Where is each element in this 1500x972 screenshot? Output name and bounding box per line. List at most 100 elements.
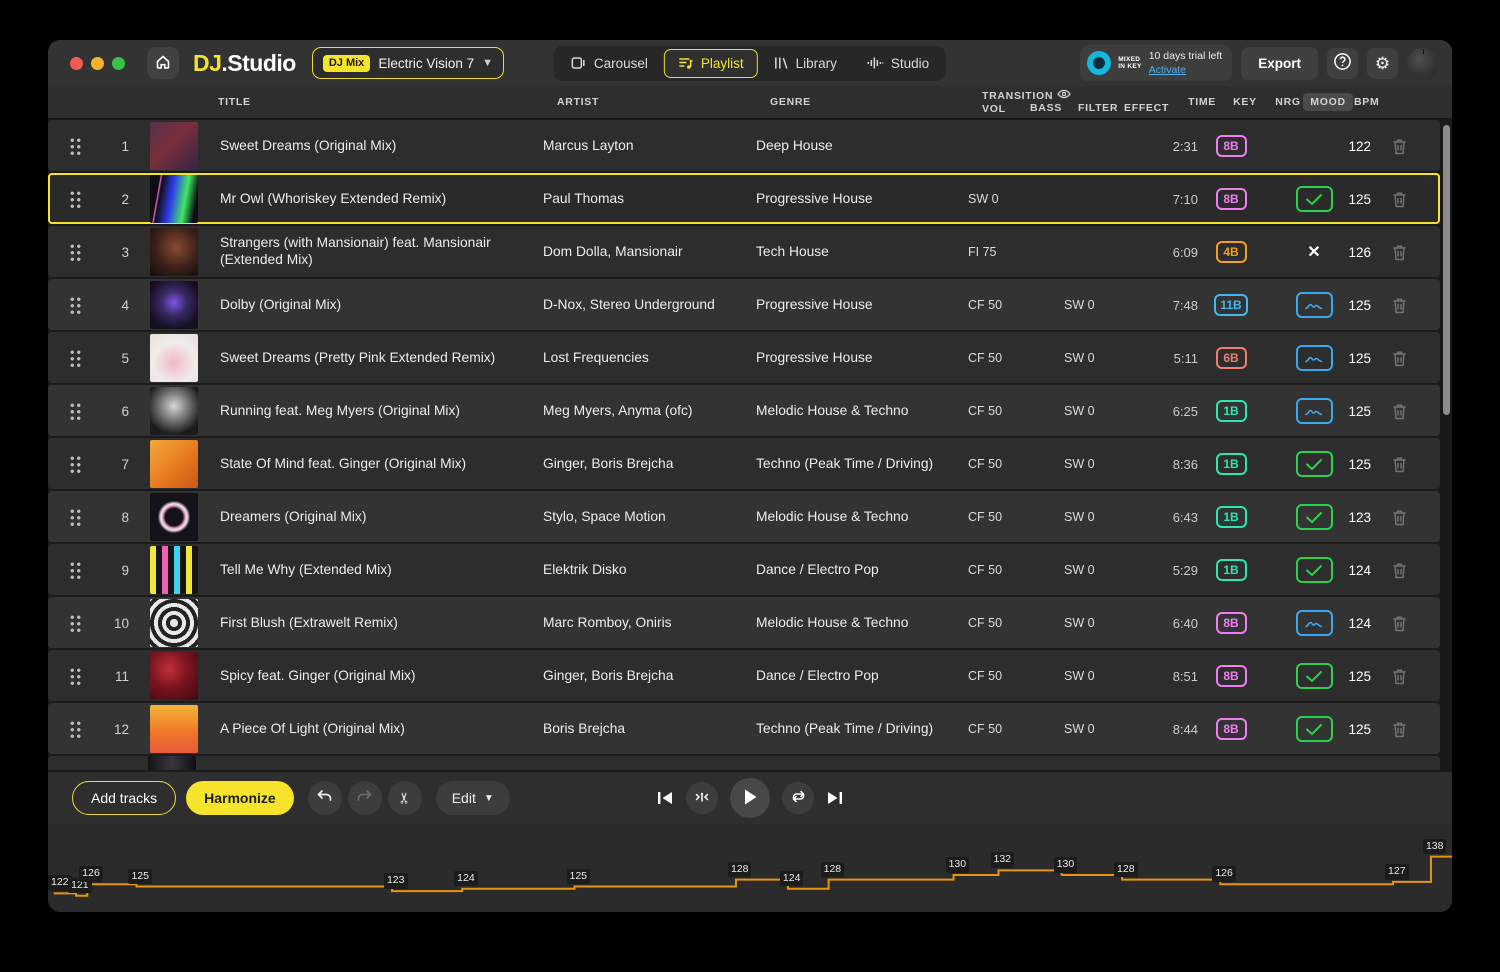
drag-handle-icon[interactable]: [69, 401, 82, 421]
header-artist[interactable]: ARTIST: [557, 96, 770, 108]
avatar[interactable]: [1407, 47, 1438, 79]
loop-button[interactable]: [782, 782, 814, 814]
table-row[interactable]: 2 Mr Owl (Whoriskey Extended Remix) Paul…: [48, 173, 1440, 224]
transition-vol[interactable]: SW 0: [968, 192, 1016, 207]
tab-carousel[interactable]: Carousel: [557, 49, 662, 78]
redo-button[interactable]: [347, 781, 382, 815]
header-bpm[interactable]: BPM: [1354, 96, 1385, 108]
minimize-window-button[interactable]: [91, 56, 104, 70]
scrollbar-thumb[interactable]: [1442, 125, 1450, 415]
skip-next-button[interactable]: [826, 790, 844, 806]
tab-playlist[interactable]: Playlist: [663, 48, 758, 78]
header-genre[interactable]: GENRE: [770, 96, 982, 108]
drag-handle-icon[interactable]: [69, 242, 82, 262]
transition-vol[interactable]: CF 50: [968, 457, 1016, 472]
play-button[interactable]: [730, 778, 770, 818]
transition-vol[interactable]: CF 50: [968, 616, 1016, 631]
mood-indicator[interactable]: ✕: [1288, 716, 1340, 742]
mood-indicator[interactable]: ✕: [1288, 610, 1340, 636]
trash-icon[interactable]: [1371, 297, 1428, 314]
edit-dropdown[interactable]: Edit ▼: [435, 781, 510, 815]
table-row[interactable]: 5 Sweet Dreams (Pretty Pink Extended Rem…: [48, 332, 1440, 383]
mood-indicator[interactable]: ✕: [1288, 451, 1340, 477]
transition-filter[interactable]: SW 0: [1064, 722, 1110, 737]
drag-handle-icon[interactable]: [69, 454, 82, 474]
trash-icon[interactable]: [1371, 191, 1428, 208]
table-row[interactable]: 8 Dreamers (Original Mix) Stylo, Space M…: [48, 491, 1440, 542]
add-tracks-button[interactable]: Add tracks: [72, 781, 177, 815]
mood-indicator[interactable]: ✕: [1288, 186, 1340, 212]
activate-link[interactable]: Activate: [1149, 64, 1223, 76]
skip-previous-button[interactable]: [656, 790, 674, 806]
table-row[interactable]: 6 Running feat. Meg Myers (Original Mix)…: [48, 385, 1440, 436]
transition-filter[interactable]: SW 0: [1064, 563, 1110, 578]
transition-filter[interactable]: SW 0: [1064, 457, 1110, 472]
mood-indicator[interactable]: ✕: [1288, 242, 1340, 262]
mood-indicator[interactable]: ✕: [1288, 292, 1340, 318]
transition-vol[interactable]: CF 50: [968, 722, 1016, 737]
trash-icon[interactable]: [1371, 350, 1428, 367]
trash-icon[interactable]: [1371, 668, 1428, 685]
drag-handle-icon[interactable]: [69, 189, 82, 209]
transition-vol[interactable]: CF 50: [968, 510, 1016, 525]
table-row[interactable]: 1 Sweet Dreams (Original Mix) Marcus Lay…: [48, 120, 1440, 171]
tab-studio[interactable]: Studio: [853, 49, 943, 78]
drag-handle-icon[interactable]: [69, 348, 82, 368]
mix-selector-dropdown[interactable]: DJ Mix Electric Vision 7 ▼: [311, 47, 504, 79]
drag-handle-icon[interactable]: [69, 295, 82, 315]
table-row[interactable]: 3 Strangers (with Mansionair) feat. Mans…: [48, 226, 1440, 277]
trash-icon[interactable]: [1371, 562, 1428, 579]
cut-button[interactable]: ✂: [387, 781, 422, 815]
header-time[interactable]: TIME: [1182, 96, 1216, 108]
help-button[interactable]: [1327, 47, 1358, 79]
tab-library[interactable]: Library: [760, 49, 851, 78]
trash-icon[interactable]: [1371, 138, 1428, 155]
trash-icon[interactable]: [1371, 615, 1428, 632]
transition-vol[interactable]: CF 50: [968, 298, 1016, 313]
mood-indicator[interactable]: ✕: [1288, 557, 1340, 583]
table-row[interactable]: 12 A Piece Of Light (Original Mix) Boris…: [48, 703, 1440, 754]
header-title[interactable]: TITLE: [218, 96, 557, 108]
drag-handle-icon[interactable]: [69, 136, 82, 156]
transition-vol[interactable]: CF 50: [968, 669, 1016, 684]
transition-filter[interactable]: SW 0: [1064, 510, 1110, 525]
drag-handle-icon[interactable]: [69, 719, 82, 739]
header-vol[interactable]: VOL: [982, 103, 1030, 115]
trash-icon[interactable]: [1371, 721, 1428, 738]
trash-icon[interactable]: [1371, 509, 1428, 526]
transition-vol[interactable]: CF 50: [968, 351, 1016, 366]
drag-handle-icon[interactable]: [69, 507, 82, 527]
transition-filter[interactable]: SW 0: [1064, 351, 1110, 366]
transition-filter[interactable]: SW 0: [1064, 616, 1110, 631]
mood-indicator[interactable]: ✕: [1288, 504, 1340, 530]
close-window-button[interactable]: [70, 56, 83, 70]
trash-icon[interactable]: [1371, 244, 1428, 261]
eye-icon[interactable]: [1057, 89, 1071, 102]
harmonize-button[interactable]: Harmonize: [186, 781, 294, 815]
mood-indicator[interactable]: ✕: [1288, 398, 1340, 424]
transition-filter[interactable]: SW 0: [1064, 669, 1110, 684]
mood-indicator[interactable]: ✕: [1288, 345, 1340, 371]
header-effect[interactable]: EFFECT: [1124, 102, 1182, 118]
trash-icon[interactable]: [1371, 456, 1428, 473]
header-bass[interactable]: BASS: [1030, 102, 1078, 118]
jump-to-transition-button[interactable]: [686, 782, 718, 814]
header-mood[interactable]: MOOD: [1302, 93, 1354, 111]
transition-filter[interactable]: SW 0: [1064, 298, 1110, 313]
transition-vol[interactable]: CF 50: [968, 404, 1016, 419]
drag-handle-icon[interactable]: [69, 666, 82, 686]
table-row[interactable]: 10 First Blush (Extrawelt Remix) Marc Ro…: [48, 597, 1440, 648]
home-button[interactable]: [147, 47, 179, 79]
transition-vol[interactable]: FI 75: [968, 245, 1016, 260]
export-button[interactable]: Export: [1241, 46, 1318, 80]
drag-handle-icon[interactable]: [69, 560, 82, 580]
table-row[interactable]: 4 Dolby (Original Mix) D-Nox, Stereo Und…: [48, 279, 1440, 330]
bpm-timeline[interactable]: 122 121 126 125 123 124 125 128 124 128 130 132 130 1…: [48, 824, 1452, 912]
header-filter[interactable]: FILTER: [1078, 102, 1124, 118]
drag-handle-icon[interactable]: [69, 613, 82, 633]
zoom-window-button[interactable]: [112, 56, 125, 70]
header-nrg[interactable]: NRG: [1274, 96, 1302, 108]
mood-indicator[interactable]: ✕: [1288, 663, 1340, 689]
header-key[interactable]: KEY: [1216, 96, 1274, 108]
table-row[interactable]: 7 State Of Mind feat. Ginger (Original M…: [48, 438, 1440, 489]
